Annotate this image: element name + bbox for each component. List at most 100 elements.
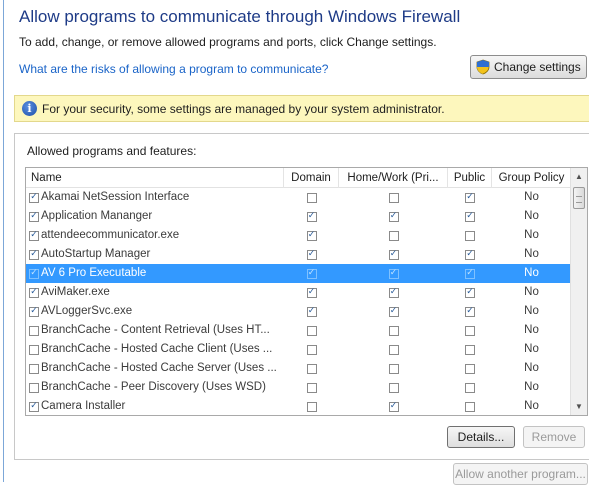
- domain-checkbox[interactable]: [306, 325, 317, 336]
- program-enabled-checkbox[interactable]: [29, 325, 39, 336]
- home-work-checkbox[interactable]: ✓: [388, 249, 399, 260]
- list-header: Name Domain Home/Work (Pri... Public Gro…: [26, 168, 571, 188]
- program-name: BranchCache - Peer Discovery (Uses WSD): [41, 381, 266, 393]
- column-header-domain[interactable]: Domain: [284, 168, 339, 188]
- program-enabled-checkbox[interactable]: ✓: [29, 268, 39, 279]
- domain-checkbox[interactable]: ✓: [306, 211, 317, 222]
- home-work-checkbox[interactable]: [388, 363, 399, 374]
- column-header-home-work[interactable]: Home/Work (Pri...: [339, 168, 448, 188]
- public-checkbox[interactable]: [465, 325, 475, 336]
- public-checkbox[interactable]: ✓: [465, 192, 475, 203]
- home-work-checkbox[interactable]: ✓: [388, 268, 399, 279]
- group-policy-value: No: [524, 248, 539, 260]
- details-button[interactable]: Details...: [447, 426, 515, 448]
- scroll-down-icon[interactable]: ▼: [571, 398, 587, 415]
- column-header-public[interactable]: Public: [448, 168, 492, 188]
- program-enabled-checkbox[interactable]: ✓: [29, 230, 39, 241]
- program-enabled-checkbox[interactable]: ✓: [29, 306, 39, 317]
- domain-checkbox-cell: [284, 397, 339, 415]
- public-checkbox[interactable]: ✓: [465, 249, 475, 260]
- public-checkbox[interactable]: [465, 344, 475, 355]
- risks-help-link[interactable]: What are the risks of allowing a program…: [19, 62, 328, 76]
- admin-info-bar: i For your security, some settings are m…: [14, 95, 589, 122]
- program-enabled-checkbox[interactable]: ✓: [29, 211, 39, 222]
- domain-checkbox-cell: ✓: [284, 226, 339, 245]
- change-settings-button[interactable]: Change settings: [470, 55, 587, 79]
- table-row[interactable]: BranchCache - Hosted Cache Server (Uses …: [26, 359, 571, 378]
- domain-checkbox-cell: [284, 188, 339, 207]
- program-name-cell: ✓ Akamai NetSession Interface: [29, 188, 279, 207]
- public-checkbox[interactable]: [465, 401, 475, 412]
- home-work-checkbox[interactable]: ✓: [388, 287, 399, 298]
- program-name-cell: BranchCache - Content Retrieval (Uses HT…: [29, 321, 279, 340]
- home-work-checkbox[interactable]: [388, 344, 399, 355]
- program-name: AviMaker.exe: [41, 286, 110, 298]
- program-enabled-checkbox[interactable]: [29, 344, 39, 355]
- public-checkbox[interactable]: ✓: [465, 306, 475, 317]
- table-row[interactable]: BranchCache - Hosted Cache Client (Uses …: [26, 340, 571, 359]
- domain-checkbox[interactable]: ✓: [306, 230, 317, 241]
- public-checkbox[interactable]: [465, 230, 475, 241]
- table-row[interactable]: ✓ AutoStartup Manager ✓ ✓ ✓ No: [26, 245, 571, 264]
- program-enabled-checkbox[interactable]: ✓: [29, 249, 39, 260]
- group-policy-value: No: [524, 191, 539, 203]
- group-policy-value: No: [524, 400, 539, 412]
- public-checkbox-cell: [448, 397, 492, 415]
- allowed-programs-list[interactable]: Name Domain Home/Work (Pri... Public Gro…: [25, 167, 588, 416]
- public-checkbox[interactable]: ✓: [465, 211, 475, 222]
- domain-checkbox[interactable]: [306, 363, 317, 374]
- program-name-cell: ✓ AVLoggerSvc.exe: [29, 302, 279, 321]
- table-row[interactable]: ✓ attendeecommunicator.exe ✓ No: [26, 226, 571, 245]
- program-name: BranchCache - Content Retrieval (Uses HT…: [41, 324, 270, 336]
- remove-button[interactable]: Remove: [523, 426, 585, 448]
- program-enabled-checkbox[interactable]: [29, 363, 39, 374]
- public-checkbox[interactable]: ✓: [465, 287, 475, 298]
- program-enabled-checkbox[interactable]: ✓: [29, 192, 39, 203]
- program-name-cell: ✓ AV 6 Pro Executable: [29, 264, 279, 283]
- home-work-checkbox[interactable]: [388, 192, 399, 203]
- public-checkbox[interactable]: [465, 382, 475, 393]
- domain-checkbox[interactable]: ✓: [306, 287, 317, 298]
- program-enabled-checkbox[interactable]: ✓: [29, 287, 39, 298]
- domain-checkbox-cell: [284, 321, 339, 340]
- table-row[interactable]: BranchCache - Content Retrieval (Uses HT…: [26, 321, 571, 340]
- domain-checkbox[interactable]: ✓: [306, 249, 317, 260]
- home-work-checkbox[interactable]: [388, 382, 399, 393]
- program-name-cell: BranchCache - Hosted Cache Server (Uses …: [29, 359, 279, 378]
- domain-checkbox[interactable]: [306, 344, 317, 355]
- home-work-checkbox[interactable]: ✓: [388, 306, 399, 317]
- page-title: Allow programs to communicate through Wi…: [19, 7, 461, 26]
- table-row[interactable]: ✓ Akamai NetSession Interface ✓ No: [26, 188, 571, 207]
- home-work-checkbox[interactable]: ✓: [388, 401, 399, 412]
- domain-checkbox[interactable]: [306, 401, 317, 412]
- domain-checkbox[interactable]: ✓: [306, 306, 317, 317]
- public-checkbox[interactable]: [465, 363, 475, 374]
- column-header-name[interactable]: Name: [26, 168, 284, 188]
- public-checkbox[interactable]: ✓: [465, 268, 475, 279]
- home-work-checkbox[interactable]: ✓: [388, 211, 399, 222]
- program-enabled-checkbox[interactable]: ✓: [29, 401, 39, 412]
- domain-checkbox[interactable]: [306, 382, 317, 393]
- domain-checkbox-cell: ✓: [284, 207, 339, 226]
- table-row[interactable]: BranchCache - Peer Discovery (Uses WSD) N…: [26, 378, 571, 397]
- public-checkbox-cell: [448, 321, 492, 340]
- program-enabled-checkbox[interactable]: [29, 382, 39, 393]
- table-row[interactable]: ✓ Application Mananger ✓ ✓ ✓ No: [26, 207, 571, 226]
- home-work-checkbox[interactable]: [388, 325, 399, 336]
- info-icon: i: [22, 101, 37, 116]
- program-name: attendeecommunicator.exe: [41, 229, 180, 241]
- table-row[interactable]: ✓ AVLoggerSvc.exe ✓ ✓ ✓ No: [26, 302, 571, 321]
- domain-checkbox[interactable]: [306, 192, 317, 203]
- group-policy-value: No: [524, 381, 539, 393]
- table-row[interactable]: ✓ AV 6 Pro Executable ✓ ✓ ✓ No: [26, 264, 571, 283]
- group-policy-value: No: [524, 362, 539, 374]
- list-scrollbar[interactable]: ▲ ▼: [570, 168, 587, 415]
- table-row[interactable]: ✓ AviMaker.exe ✓ ✓ ✓ No: [26, 283, 571, 302]
- scroll-thumb[interactable]: [573, 187, 585, 209]
- home-work-checkbox[interactable]: [388, 230, 399, 241]
- scroll-up-icon[interactable]: ▲: [571, 168, 587, 185]
- group-policy-value: No: [524, 324, 539, 336]
- domain-checkbox[interactable]: ✓: [306, 268, 317, 279]
- table-row[interactable]: ✓ Camera Installer ✓ No: [26, 397, 571, 415]
- column-header-group-policy[interactable]: Group Policy: [492, 168, 571, 188]
